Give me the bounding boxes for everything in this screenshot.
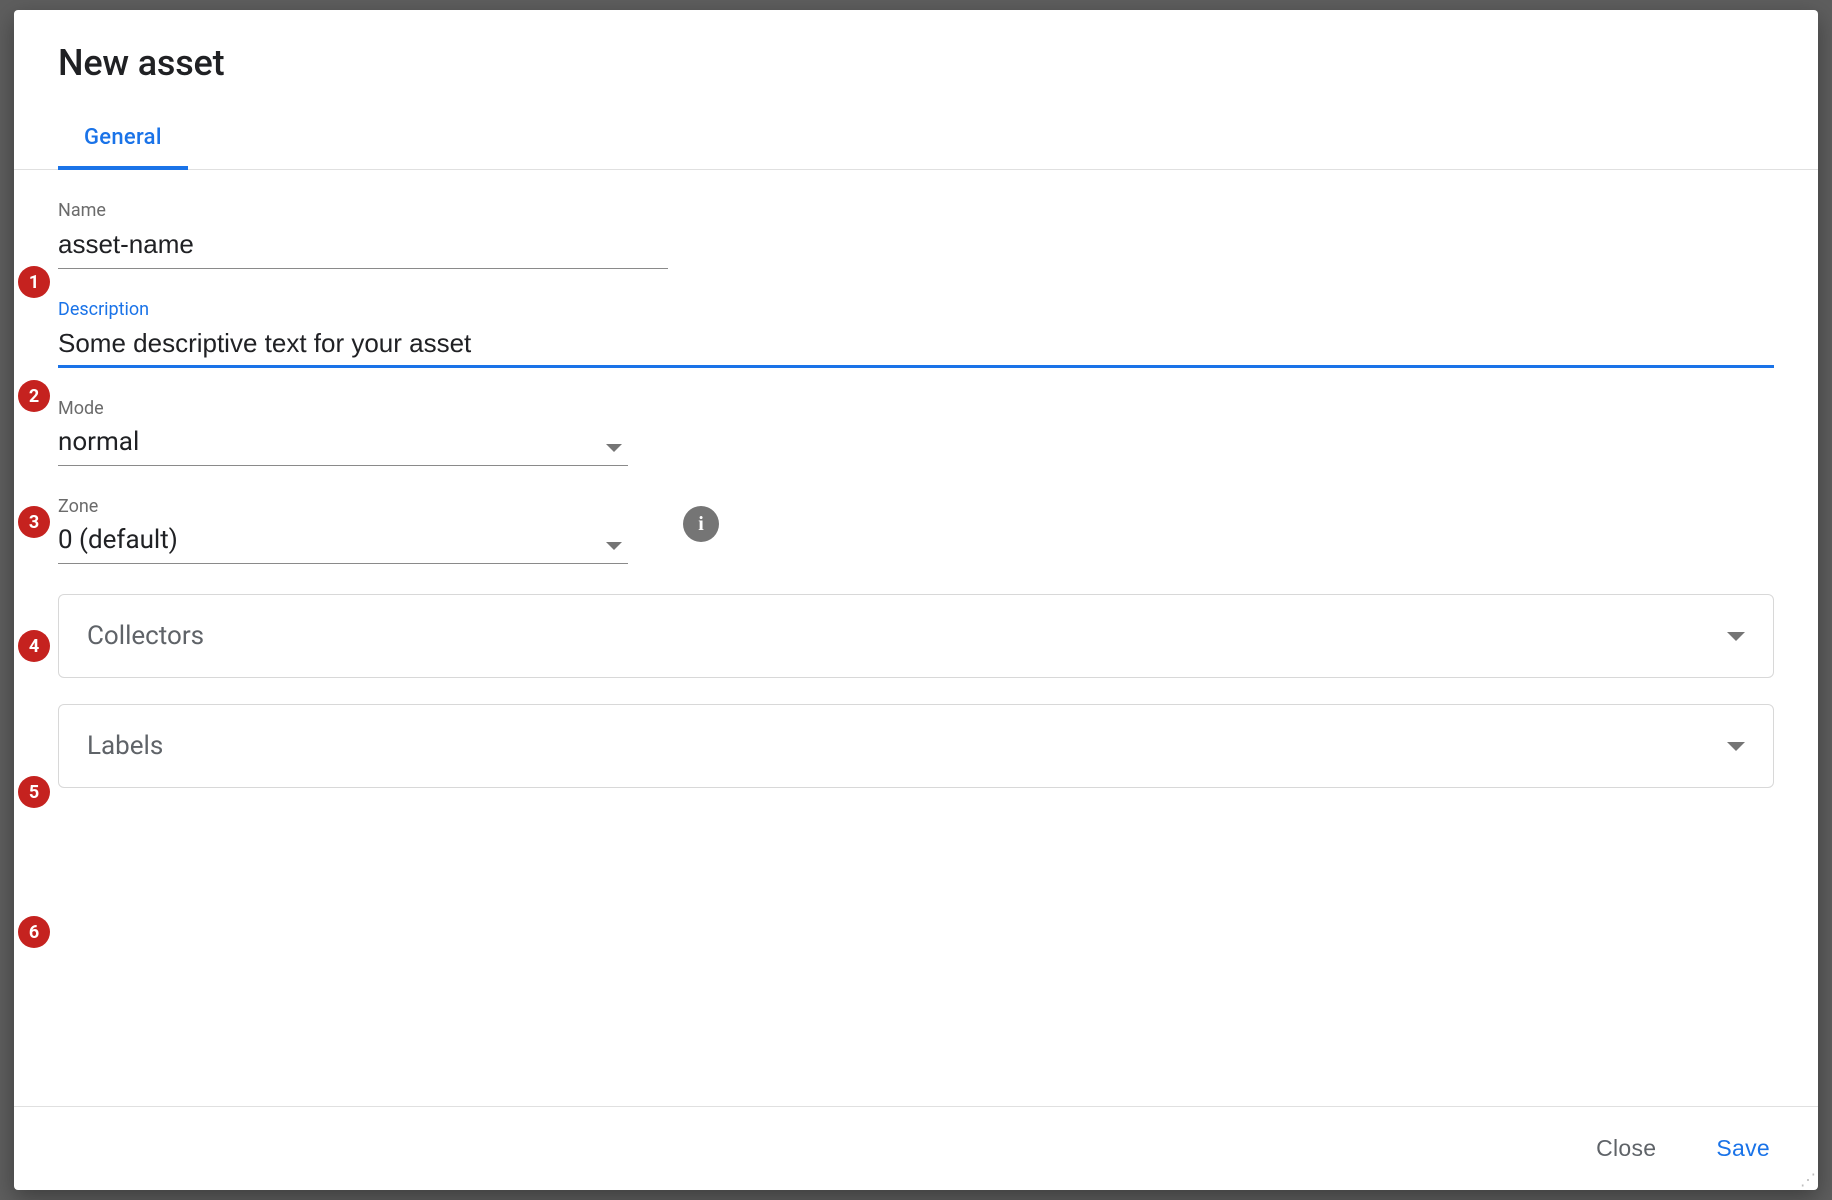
save-button[interactable]: Save — [1706, 1129, 1780, 1168]
chevron-down-icon — [606, 542, 622, 550]
collectors-panel[interactable]: Collectors — [58, 594, 1774, 678]
field-zone: Zone 0 (default) i — [58, 496, 1774, 564]
labels-title: Labels — [87, 731, 163, 761]
tab-general[interactable]: General — [58, 111, 188, 170]
collectors-title: Collectors — [87, 621, 204, 651]
zone-value: 0 (default) — [58, 519, 628, 564]
field-name: Name — [58, 200, 668, 269]
description-label: Description — [58, 299, 1774, 320]
callout-5: 5 — [18, 776, 50, 808]
mode-value: normal — [58, 421, 628, 466]
dialog-footer: Close Save — [14, 1106, 1818, 1190]
close-button[interactable]: Close — [1586, 1129, 1666, 1168]
callout-1: 1 — [18, 266, 50, 298]
dialog-header: New asset — [14, 10, 1818, 84]
chevron-down-icon — [1727, 632, 1745, 641]
name-input[interactable] — [58, 223, 668, 269]
callout-4: 4 — [18, 630, 50, 662]
labels-panel[interactable]: Labels — [58, 704, 1774, 788]
callout-6: 6 — [18, 916, 50, 948]
field-description: Description — [58, 299, 1774, 368]
new-asset-dialog: New asset General Name Description Mode … — [14, 10, 1818, 1190]
dialog-title: New asset — [58, 42, 1774, 84]
zone-select[interactable]: 0 (default) — [58, 519, 628, 564]
resize-grip-icon[interactable]: ⋰ — [1800, 1172, 1816, 1188]
zone-label: Zone — [58, 496, 1774, 517]
mode-select[interactable]: normal — [58, 421, 628, 466]
chevron-down-icon — [1727, 742, 1745, 751]
field-mode: Mode normal — [58, 398, 1774, 466]
name-label: Name — [58, 200, 668, 221]
callout-3: 3 — [18, 506, 50, 538]
mode-label: Mode — [58, 398, 1774, 419]
dialog-body: Name Description Mode normal Zone 0 (def… — [14, 170, 1818, 1106]
info-icon[interactable]: i — [683, 506, 719, 542]
dialog-tabs: General — [14, 110, 1818, 170]
callout-2: 2 — [18, 380, 50, 412]
description-input[interactable] — [58, 322, 1774, 368]
chevron-down-icon — [606, 444, 622, 452]
